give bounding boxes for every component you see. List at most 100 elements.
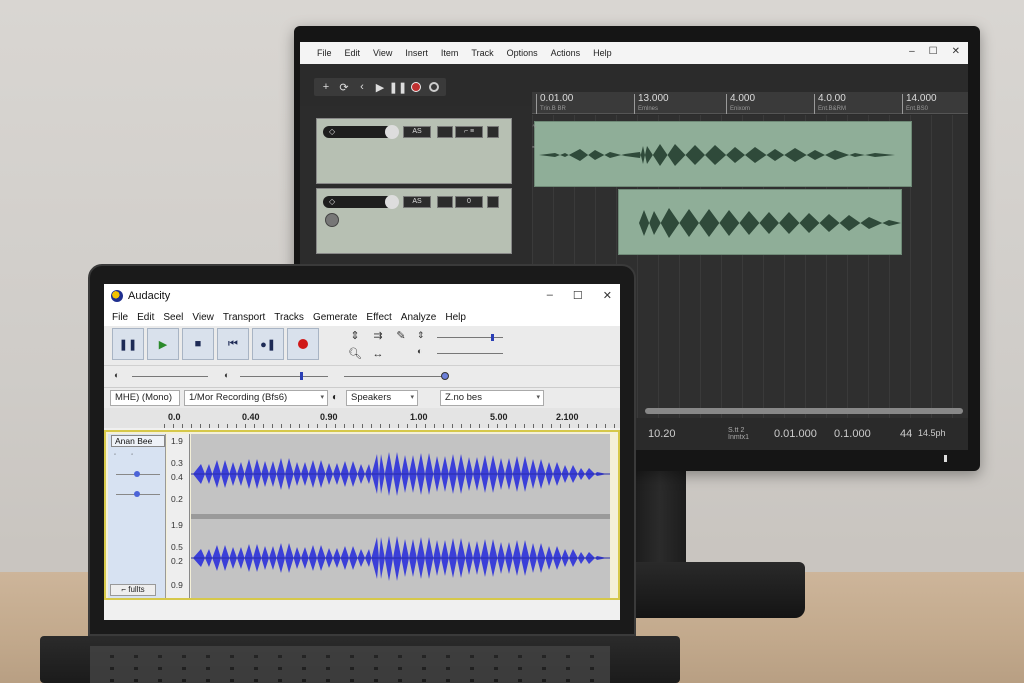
mute-solo-row[interactable]: ◦ ◦ (114, 452, 160, 460)
monitor-timeline-ruler[interactable]: 0.01.00 Trin.B BR 13.000 Emlnes 4.000 Enixo… (532, 92, 968, 114)
play-button[interactable]: ▶ (147, 328, 179, 360)
minimize-button[interactable]: – (909, 46, 915, 57)
menu-select[interactable]: Seel (163, 312, 183, 323)
skip-end-button[interactable]: ●❚ (252, 328, 284, 360)
menu-effect[interactable]: Effect (366, 312, 391, 323)
speaker-volume-icon: ◐ (224, 370, 230, 380)
draw-tool-icon[interactable]: ✎ (390, 327, 412, 344)
timeline-tick: 5.00 (490, 412, 508, 422)
timeline-ruler[interactable]: 0.0 0.40 0.90 1.00 5.00 2.100 (104, 408, 620, 428)
audio-track[interactable]: Anan Bee ◦ ◦ ⌐ fullts 1.9 0.3 0.4 0.2 1.… (104, 430, 620, 600)
monitor-menubar: File Edit View Insert Item Track Options… (300, 42, 968, 64)
menu-file[interactable]: File (317, 48, 332, 58)
record-meter[interactable]: ⇕ (417, 330, 509, 345)
pan-knob[interactable] (325, 213, 339, 227)
transport-toolbar: ❚❚ ▶ ■ ⏮ ●❚ ⇕ ⇉ ✎ 🔍︎ ↔ ⇕ ◐ (104, 326, 620, 366)
track-collapse-button[interactable] (487, 126, 499, 138)
stop-button[interactable]: ■ (182, 328, 214, 360)
gain-knob[interactable] (134, 471, 140, 477)
play-icon: ▶ (158, 338, 168, 351)
pause-icon[interactable]: ❚❚ (389, 81, 407, 94)
maximize-button[interactable]: ☐ (573, 289, 583, 302)
audio-clip-1[interactable] (534, 121, 912, 187)
zoom-tool-icon[interactable]: 🔍︎ (344, 345, 366, 362)
track-option-button[interactable] (437, 196, 453, 208)
menu-edit[interactable]: Edit (345, 48, 361, 58)
waveform-2 (639, 208, 901, 238)
volume-slider[interactable]: ◇ (323, 195, 399, 209)
speaker-volume-knob[interactable] (300, 372, 303, 380)
monitor-track-header-1[interactable]: ◇ AS ⌐ ≡ (316, 118, 512, 184)
mic-volume-slider[interactable] (132, 376, 208, 377)
left-channel[interactable] (191, 434, 610, 514)
maximize-button[interactable]: ☐ (929, 46, 938, 57)
menu-analyze[interactable]: Analyze (401, 312, 437, 323)
back-icon[interactable]: ‹ (356, 81, 368, 93)
ruler-tick: 4.000 Enixom (726, 94, 755, 114)
loop-icon[interactable]: ⟳ (338, 81, 350, 94)
pause-button[interactable]: ❚❚ (112, 328, 144, 360)
volume-knob[interactable] (385, 195, 399, 209)
volume-knob[interactable] (385, 125, 399, 139)
waveform-area[interactable] (191, 434, 610, 598)
menu-actions[interactable]: Actions (551, 48, 581, 58)
vertical-scale: 1.9 0.3 0.4 0.2 1.9 0.5 0.2 0.9 (167, 434, 190, 598)
channels-dropdown[interactable]: Z.no bes ▾ (440, 390, 544, 406)
recording-device-dropdown[interactable]: 1/Mor Recording (Bfs6) ▾ (184, 390, 328, 406)
skip-start-button[interactable]: ⏮ (217, 328, 249, 360)
title-bar: Audacity – ☐ ✕ (104, 284, 620, 308)
pan-knob[interactable] (134, 491, 140, 497)
scale-label: 0.9 (171, 580, 183, 590)
track-menu-button[interactable]: ⌐ ≡ (455, 126, 483, 138)
add-icon[interactable]: + (320, 81, 332, 93)
monitor-track-header-2[interactable]: ◇ AS 0 (316, 188, 512, 254)
speaker-volume-slider[interactable] (240, 376, 328, 377)
status-rate: 44 (900, 428, 913, 440)
menu-help[interactable]: Help (445, 312, 466, 323)
record-button[interactable] (410, 81, 422, 93)
settings-icon[interactable] (428, 81, 440, 93)
monitor-transport-group: + ⟳ ‹ ▶ ❚❚ (314, 78, 446, 96)
menu-insert[interactable]: Insert (405, 48, 428, 58)
collapse-button[interactable]: ⌐ fullts (110, 584, 156, 596)
right-channel[interactable] (191, 519, 610, 598)
menu-track[interactable]: Track (471, 48, 493, 58)
playback-device-dropdown[interactable]: Speakers ▾ (346, 390, 418, 406)
menu-edit[interactable]: Edit (137, 312, 154, 323)
menu-item[interactable]: Item (441, 48, 459, 58)
track-option-button[interactable] (437, 126, 453, 138)
lane-marker: ∿ (532, 124, 538, 130)
volume-slider[interactable]: ◇ (323, 125, 399, 139)
playback-meter[interactable]: ◐ (417, 346, 509, 361)
mute-solo-button[interactable]: AS (403, 196, 431, 208)
close-button[interactable]: ✕ (603, 289, 612, 302)
record-button[interactable] (287, 328, 319, 360)
multi-tool-icon[interactable] (390, 345, 412, 362)
menu-options[interactable]: Options (507, 48, 538, 58)
envelope-tool-icon[interactable]: ⇉ (367, 327, 389, 344)
track-gain-value[interactable]: 0 (455, 196, 483, 208)
menu-view[interactable]: View (373, 48, 392, 58)
audio-clip-2[interactable] (618, 189, 902, 255)
menu-view[interactable]: View (192, 312, 214, 323)
menu-tracks[interactable]: Tracks (274, 312, 304, 323)
ruler-tick: 0.01.00 Trin.B BR (536, 94, 573, 114)
track-collapse-button[interactable] (487, 196, 499, 208)
menu-help[interactable]: Help (593, 48, 612, 58)
playback-speed-slider[interactable] (344, 376, 444, 377)
selection-tool-icon[interactable]: ⇕ (344, 327, 366, 344)
menu-generate[interactable]: Gemerate (313, 312, 357, 323)
menu-file[interactable]: File (112, 312, 128, 323)
lane-marker: ≈ (532, 145, 536, 151)
mute-solo-button[interactable]: AS (403, 126, 431, 138)
close-button[interactable]: ✕ (952, 46, 960, 57)
track-name-button[interactable]: Anan Bee (111, 435, 165, 447)
horizontal-scrollbar[interactable] (645, 408, 963, 414)
play-icon[interactable]: ▶ (374, 81, 386, 94)
playback-speed-knob[interactable] (441, 372, 449, 380)
minimize-button[interactable]: – (547, 289, 553, 302)
host-dropdown[interactable]: MHE) (Mono) (110, 390, 180, 406)
timeshift-tool-icon[interactable]: ↔ (367, 345, 389, 362)
menu-transport[interactable]: Transport (223, 312, 265, 323)
track-control-panel: Anan Bee ◦ ◦ ⌐ fullts (108, 434, 166, 598)
